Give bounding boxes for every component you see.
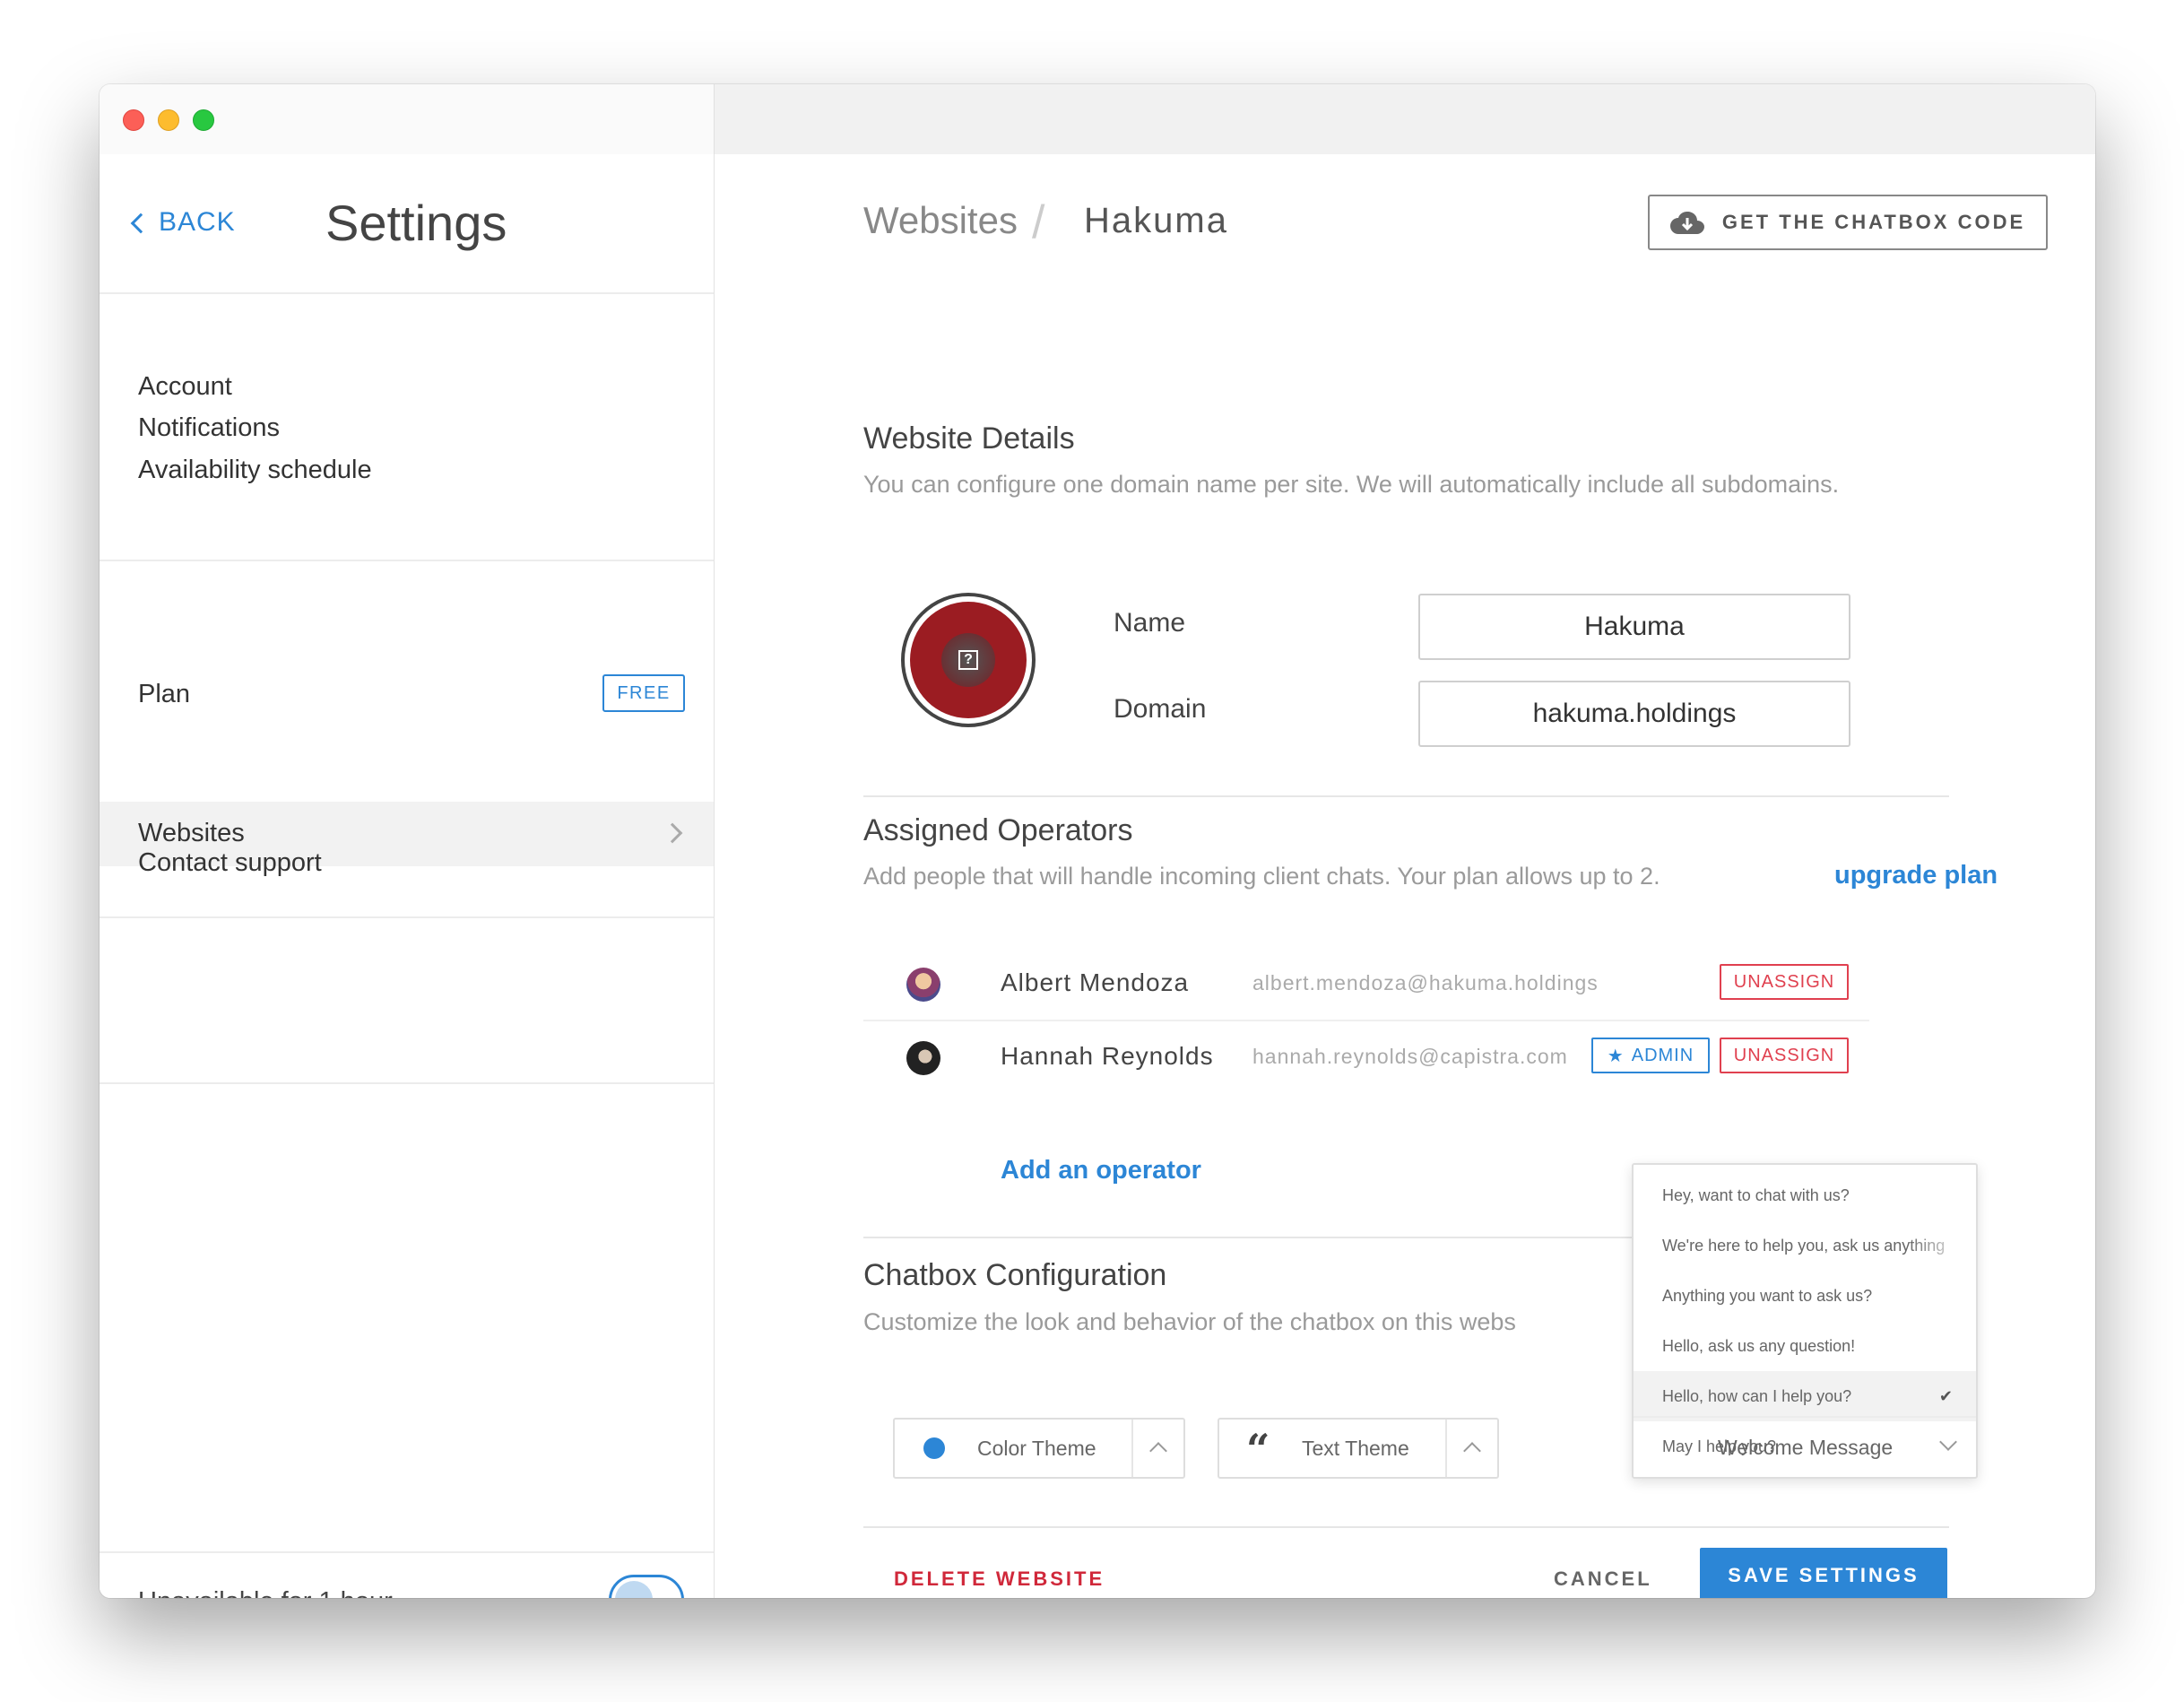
name-input[interactable] bbox=[1418, 594, 1850, 660]
sidebar-divider bbox=[100, 916, 714, 918]
sidebar: BACK Settings Account Notifications Avai… bbox=[100, 154, 715, 1598]
maximize-window-button[interactable] bbox=[193, 109, 214, 131]
admin-button[interactable]: ★ ADMIN bbox=[1591, 1038, 1710, 1073]
domain-input[interactable] bbox=[1418, 681, 1850, 747]
page-title: Settings bbox=[325, 195, 507, 251]
title-bar-left bbox=[100, 84, 715, 154]
sidebar-divider bbox=[100, 560, 714, 561]
dropdown-option-label: Hello, how can I help you? bbox=[1662, 1387, 1852, 1405]
dropdown-option[interactable]: Hello, ask us any question! bbox=[1634, 1321, 1976, 1371]
operator-email: hannah.reynolds@capistra.com bbox=[1252, 1045, 1568, 1068]
operator-row: Hannah Reynolds hannah.reynolds@capistra… bbox=[863, 1021, 1869, 1095]
star-icon: ★ bbox=[1607, 1046, 1625, 1066]
breadcrumb-current: Hakuma bbox=[1084, 201, 1228, 240]
sidebar-divider bbox=[100, 1082, 714, 1084]
get-chatbox-code-button[interactable]: GET THE CHATBOX CODE bbox=[1648, 195, 2048, 250]
cloud-download-icon bbox=[1669, 212, 1704, 234]
sidebar-item-websites-label: Websites bbox=[138, 819, 245, 847]
operators-description: Add people that will handle incoming cli… bbox=[863, 863, 1660, 890]
chatbox-config-description: Customize the look and behavior of the c… bbox=[863, 1308, 1516, 1335]
unassign-button[interactable]: UNASSIGN bbox=[1720, 964, 1849, 1000]
check-icon: ✔ bbox=[1938, 1387, 1953, 1405]
availability-label: Unavailable for 1 hour bbox=[138, 1587, 393, 1598]
chevron-down-icon bbox=[1939, 1433, 1957, 1451]
dropdown-option[interactable]: Anything you want to ask us? bbox=[1634, 1271, 1976, 1321]
dropdown-option[interactable]: Hey, want to chat with us? bbox=[1634, 1170, 1976, 1220]
delete-website-button[interactable]: DELETE WEBSITE bbox=[894, 1567, 1105, 1591]
back-button[interactable]: BACK bbox=[130, 207, 236, 238]
chevron-up-icon bbox=[1463, 1442, 1481, 1460]
operators-title: Assigned Operators bbox=[863, 813, 1133, 847]
website-details-title: Website Details bbox=[863, 421, 1075, 456]
welcome-message-select[interactable]: Welcome Message bbox=[1634, 1416, 1976, 1477]
section-divider bbox=[863, 1526, 1949, 1528]
breadcrumb-separator: / bbox=[1032, 196, 1045, 248]
add-operator-link[interactable]: Add an operator bbox=[1001, 1156, 1201, 1185]
close-window-button[interactable] bbox=[123, 109, 144, 131]
color-theme-label: Color Theme bbox=[977, 1437, 1096, 1460]
welcome-message-label: Welcome Message bbox=[1718, 1436, 1894, 1459]
sidebar-item-plan[interactable]: Plan bbox=[138, 680, 190, 709]
chatbox-config-title: Chatbox Configuration bbox=[863, 1258, 1167, 1292]
website-logo-image: ? bbox=[910, 602, 1027, 718]
sidebar-item-availability-schedule[interactable]: Availability schedule bbox=[138, 456, 372, 485]
title-bar-right bbox=[715, 84, 2095, 154]
sidebar-item-contact-support[interactable]: Contact support bbox=[138, 848, 322, 878]
chevron-up-icon bbox=[1149, 1442, 1167, 1460]
unassign-button[interactable]: UNASSIGN bbox=[1720, 1038, 1849, 1073]
save-settings-button[interactable]: SAVE SETTINGS bbox=[1700, 1548, 1947, 1598]
text-theme-label: Text Theme bbox=[1302, 1437, 1409, 1460]
avatar bbox=[906, 968, 940, 1002]
operator-name: Albert Mendoza bbox=[1001, 968, 1190, 996]
sidebar-item-account[interactable]: Account bbox=[138, 372, 232, 402]
sidebar-divider bbox=[100, 1551, 714, 1553]
color-swatch bbox=[923, 1437, 945, 1459]
help-icon: ? bbox=[941, 633, 995, 687]
text-theme-select[interactable]: “ Text Theme bbox=[1218, 1418, 1499, 1479]
website-details-description: You can configure one domain name per si… bbox=[863, 471, 1840, 498]
domain-label: Domain bbox=[1114, 694, 1207, 724]
title-bar bbox=[100, 84, 2095, 154]
upgrade-plan-link[interactable]: upgrade plan bbox=[1834, 861, 1998, 890]
chevron-right-icon bbox=[662, 822, 683, 844]
sidebar-item-notifications[interactable]: Notifications bbox=[138, 413, 280, 443]
select-divider bbox=[1445, 1420, 1447, 1477]
avatar bbox=[906, 1041, 940, 1075]
color-theme-select[interactable]: Color Theme bbox=[893, 1418, 1185, 1479]
cancel-button[interactable]: CANCEL bbox=[1554, 1567, 1652, 1591]
minimize-window-button[interactable] bbox=[158, 109, 179, 131]
name-label: Name bbox=[1114, 608, 1186, 638]
toggle-knob bbox=[615, 1581, 653, 1598]
breadcrumb-parent[interactable]: Websites bbox=[863, 199, 1018, 242]
select-divider bbox=[1131, 1420, 1133, 1477]
availability-toggle[interactable] bbox=[609, 1575, 684, 1598]
operator-row: Albert Mendoza albert.mendoza@hakuma.hol… bbox=[863, 948, 1869, 1021]
section-divider bbox=[863, 795, 1949, 797]
quote-icon: “ bbox=[1246, 1425, 1270, 1473]
operator-name: Hannah Reynolds bbox=[1001, 1042, 1214, 1070]
main-content: Websites / Hakuma GET THE CHATBOX CODE W… bbox=[715, 154, 2095, 1598]
dropdown-option-selected[interactable]: Hello, how can I help you? ✔ bbox=[1634, 1371, 1976, 1421]
admin-label: ADMIN bbox=[1631, 1045, 1694, 1065]
get-chatbox-code-label: GET THE CHATBOX CODE bbox=[1721, 211, 2026, 233]
website-logo[interactable]: ? bbox=[901, 593, 1036, 727]
app-window: BACK Settings Account Notifications Avai… bbox=[100, 84, 2095, 1598]
sidebar-header: BACK Settings bbox=[100, 154, 714, 294]
chevron-left-icon bbox=[130, 213, 152, 234]
welcome-message-dropdown[interactable]: Hey, want to chat with us? We're here to… bbox=[1632, 1163, 1978, 1479]
dropdown-option[interactable]: We're here to help you, ask us anything bbox=[1634, 1220, 1976, 1271]
operator-email: albert.mendoza@hakuma.holdings bbox=[1252, 971, 1599, 994]
plan-badge: FREE bbox=[602, 674, 685, 712]
back-label: BACK bbox=[159, 207, 236, 237]
